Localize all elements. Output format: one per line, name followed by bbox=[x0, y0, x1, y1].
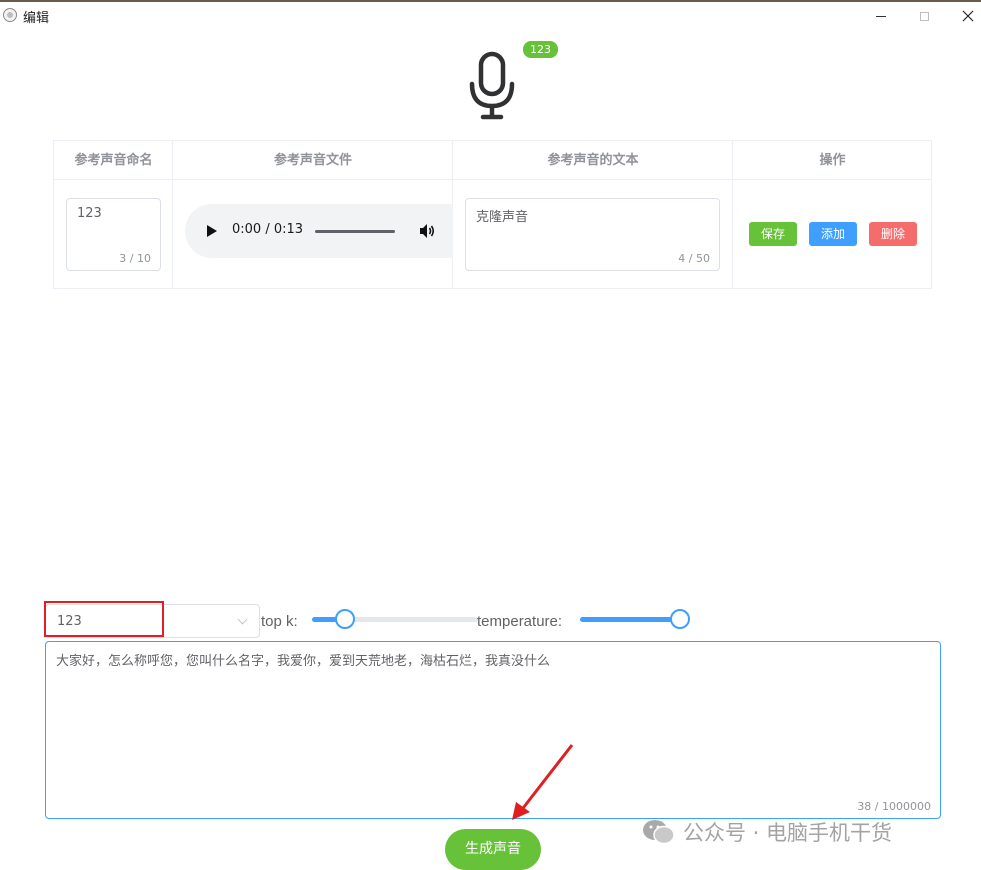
chevron-down-icon bbox=[237, 614, 248, 625]
generate-voice-button[interactable]: 生成声音 bbox=[445, 829, 541, 870]
synthesis-text-count: 38 / 1000000 bbox=[857, 800, 931, 813]
title-bar: 编辑 bbox=[0, 2, 981, 30]
maximize-button[interactable] bbox=[901, 2, 947, 30]
column-divider bbox=[172, 141, 173, 288]
topk-slider-thumb[interactable] bbox=[335, 609, 355, 629]
close-icon bbox=[962, 10, 974, 22]
voice-select[interactable]: 123 bbox=[45, 604, 260, 638]
watermark-text: 公众号 · 电脑手机干货 bbox=[683, 821, 893, 845]
header-voice-text: 参考声音的文本 bbox=[453, 141, 733, 180]
temperature-label: temperature: bbox=[477, 613, 563, 630]
header-voice-file: 参考声音文件 bbox=[173, 141, 453, 180]
voice-name-value: 123 bbox=[77, 206, 102, 221]
header-actions: 操作 bbox=[733, 141, 932, 180]
column-divider bbox=[732, 141, 733, 288]
synthesis-text-value: 大家好，怎么称呼您，您叫什么名字，我爱你，爱到天荒地老，海枯石烂，我真没什么 bbox=[56, 654, 551, 669]
voice-text-count: 4 / 50 bbox=[678, 252, 710, 265]
voice-name-input[interactable]: 123 3 / 10 bbox=[66, 198, 161, 271]
save-button[interactable]: 保存 bbox=[749, 222, 797, 246]
watermark: 公众号 · 电脑手机干货 bbox=[641, 815, 892, 849]
close-button[interactable] bbox=[945, 2, 981, 30]
temperature-slider[interactable] bbox=[580, 609, 690, 629]
header-voice-name: 参考声音命名 bbox=[54, 141, 173, 180]
voice-text-input[interactable]: 克隆声音 4 / 50 bbox=[465, 198, 720, 271]
minimize-icon bbox=[876, 15, 886, 17]
audio-time: 0:00 / 0:13 bbox=[232, 222, 304, 237]
audio-player[interactable]: 0:00 / 0:13 bbox=[185, 204, 453, 258]
voice-name-count: 3 / 10 bbox=[119, 252, 151, 265]
maximize-icon bbox=[919, 11, 929, 21]
voice-select-value: 123 bbox=[57, 614, 82, 629]
add-button[interactable]: 添加 bbox=[809, 222, 857, 246]
temperature-slider-fill bbox=[580, 617, 680, 622]
volume-icon[interactable] bbox=[418, 222, 436, 240]
voice-text-value: 克隆声音 bbox=[476, 210, 529, 225]
wechat-icon bbox=[643, 820, 675, 845]
topk-label: top k: bbox=[261, 613, 298, 630]
topk-slider[interactable] bbox=[312, 609, 478, 629]
temperature-slider-thumb[interactable] bbox=[670, 609, 690, 629]
delete-button[interactable]: 删除 bbox=[869, 222, 917, 246]
app-icon bbox=[3, 8, 17, 22]
audio-progress-bar[interactable] bbox=[315, 230, 395, 233]
arrow-annotation-icon bbox=[512, 744, 574, 820]
window-title: 编辑 bbox=[23, 11, 50, 26]
synthesis-text-input[interactable]: 大家好，怎么称呼您，您叫什么名字，我爱你，爱到天荒地老，海枯石烂，我真没什么 3… bbox=[45, 641, 941, 819]
microphone-icon[interactable] bbox=[466, 50, 522, 124]
reference-voice-table: 参考声音命名 参考声音文件 参考声音的文本 操作 123 3 / 10 0:00… bbox=[53, 140, 932, 289]
play-icon[interactable] bbox=[207, 225, 217, 237]
minimize-button[interactable] bbox=[858, 2, 904, 30]
count-badge: 123 bbox=[522, 40, 559, 59]
